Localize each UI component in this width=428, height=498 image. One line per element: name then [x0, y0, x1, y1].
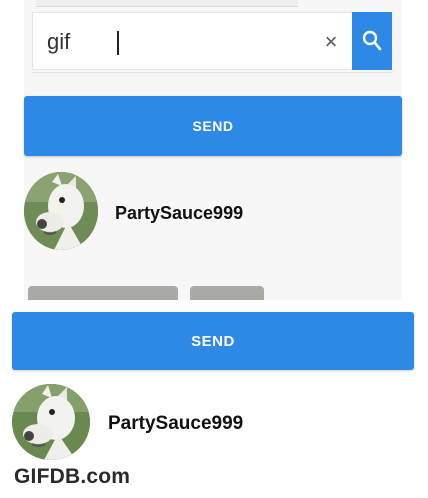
send-button-label: SEND [192, 118, 234, 134]
search-bar: × [32, 12, 392, 70]
top-strip [36, 0, 298, 7]
llama-avatar-image [24, 172, 98, 250]
search-input[interactable] [47, 27, 297, 57]
search-icon [362, 30, 382, 51]
clear-button[interactable]: × [317, 27, 345, 57]
send-button-top[interactable]: SEND [24, 96, 402, 156]
username: PartySauce999 [108, 413, 244, 434]
clear-icon: × [324, 29, 338, 54]
llama-avatar-image [12, 384, 90, 460]
username: PartySauce999 [115, 203, 244, 223]
search-underline [32, 72, 392, 73]
watermark: GIFDB.com [14, 465, 131, 488]
gray-tab[interactable] [190, 286, 264, 300]
text-caret [117, 31, 119, 55]
user-avatar[interactable] [24, 172, 98, 250]
search-button[interactable] [352, 12, 392, 70]
user-avatar[interactable] [12, 384, 90, 460]
gray-tab[interactable] [28, 286, 178, 300]
send-button-bottom[interactable]: SEND [12, 312, 414, 370]
send-button-label: SEND [191, 332, 235, 350]
